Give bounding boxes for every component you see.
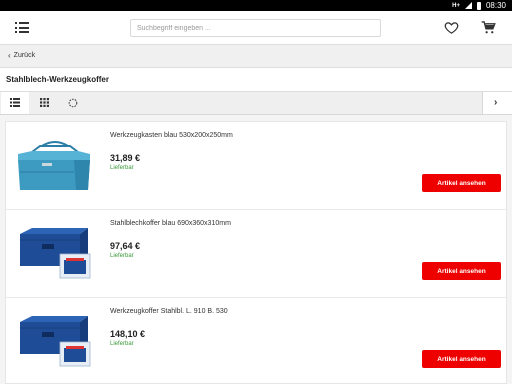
product-name[interactable]: Werkzeugkasten blau 530x200x250mm (110, 132, 233, 139)
product-list: Werkzeugkasten blau 530x200x250mm 31,89 … (5, 121, 507, 384)
title-bar: Stahlblech-Werkzeugkoffer (0, 68, 512, 92)
view-article-button[interactable]: Artikel ansehen (422, 350, 501, 368)
clock: 08:30 (485, 1, 506, 10)
list-view-button[interactable] (1, 92, 29, 114)
chevron-right-icon: › (494, 97, 498, 108)
product-item: Werkzeugkasten blau 530x200x250mm 31,89 … (6, 122, 506, 210)
filter-button[interactable] (59, 92, 87, 114)
list-view-icon (10, 98, 20, 107)
back-label: Zurück (13, 52, 36, 59)
menu-icon[interactable] (15, 22, 29, 33)
product-availability: Lieferbar (110, 165, 134, 171)
filter-icon (68, 98, 78, 108)
product-price: 97,64 € (110, 241, 141, 251)
app-header (0, 11, 512, 45)
view-toolbar: › (0, 92, 512, 115)
chevron-left-icon: ‹ (8, 51, 11, 60)
status-icons: H+ 08:30 (452, 1, 506, 10)
heart-icon[interactable] (444, 20, 459, 35)
status-bar: H+ 08:30 (0, 0, 512, 11)
product-image-steel-case[interactable] (12, 308, 94, 370)
product-availability: Lieferbar (110, 341, 134, 347)
grid-view-icon (40, 98, 49, 107)
page-title: Stahlblech-Werkzeugkoffer (6, 75, 109, 84)
search-input[interactable] (130, 19, 381, 37)
product-image-steel-case[interactable] (12, 220, 94, 282)
product-name[interactable]: Stahlblechkoffer blau 690x360x310mm (110, 220, 231, 227)
view-article-button[interactable]: Artikel ansehen (422, 262, 501, 280)
product-name[interactable]: Werkzeugkoffer Stahlbl. L. 910 B. 530 (110, 308, 228, 315)
back-button[interactable]: ‹ Zurück (8, 51, 36, 60)
network-type: H+ (452, 2, 460, 9)
product-item: Stahlblechkoffer blau 690x360x310mm 97,6… (6, 210, 506, 298)
next-button[interactable]: › (482, 92, 512, 114)
battery-icon (476, 1, 481, 10)
back-bar: ‹ Zurück (0, 45, 512, 68)
product-availability: Lieferbar (110, 253, 134, 259)
grid-view-button[interactable] (31, 92, 59, 114)
view-article-button[interactable]: Artikel ansehen (422, 174, 501, 192)
product-item: Werkzeugkoffer Stahlbl. L. 910 B. 530 14… (6, 298, 506, 384)
product-price: 31,89 € (110, 153, 141, 163)
cart-icon[interactable] (481, 20, 496, 35)
signal-icon (464, 2, 472, 9)
product-price: 148,10 € (110, 329, 146, 339)
product-image-toolbox[interactable] (12, 132, 94, 194)
